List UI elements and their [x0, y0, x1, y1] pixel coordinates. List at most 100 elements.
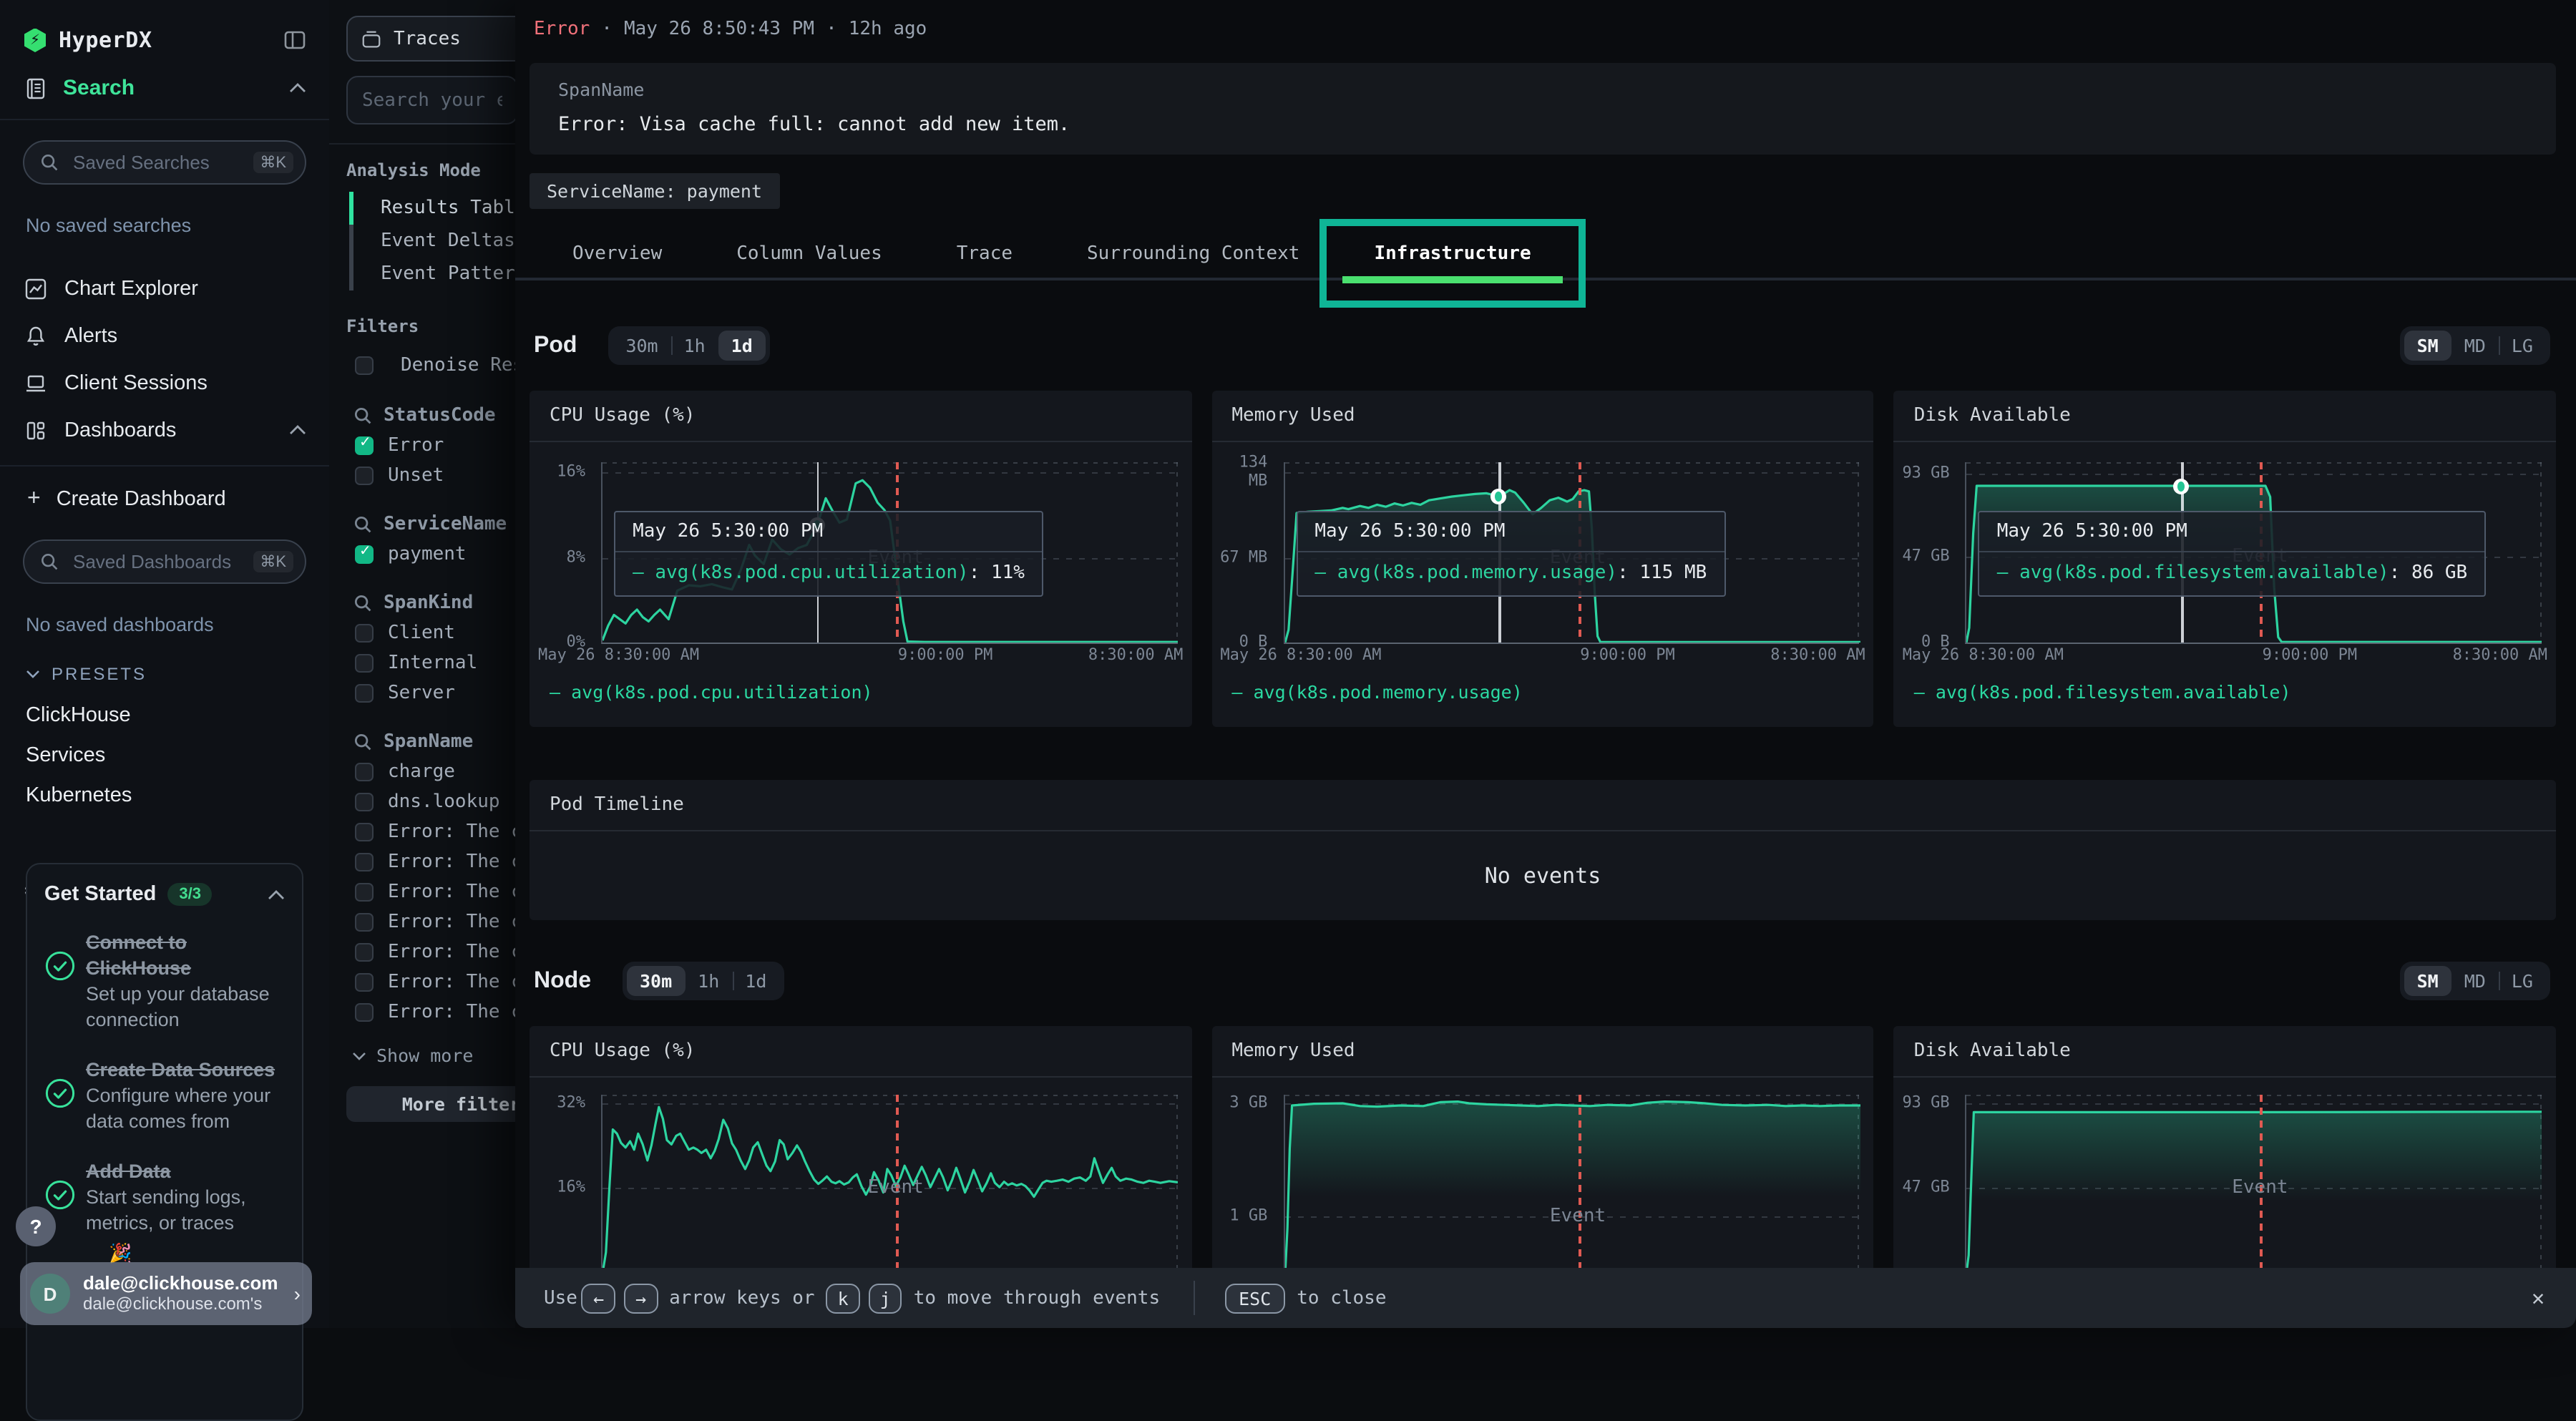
range-1d-button[interactable]: 1d — [732, 966, 779, 996]
get-started-step-connect[interactable]: Connect to ClickHouseSet up your databas… — [44, 930, 285, 1033]
size-sm-button[interactable]: SM — [2404, 331, 2451, 361]
preset-services[interactable]: Services — [0, 736, 329, 776]
checkbox[interactable] — [355, 973, 374, 992]
filter-option[interactable]: payment — [329, 539, 515, 570]
saved-dashboards-field[interactable] — [70, 550, 253, 574]
search-icon — [40, 153, 59, 172]
show-more-button[interactable]: Show more — [329, 1045, 515, 1066]
chevron-up-icon[interactable] — [289, 83, 306, 93]
arrow-right-key: → — [624, 1283, 658, 1313]
filter-option[interactable]: dns.lookup — [329, 787, 515, 817]
size-sm-button[interactable]: SM — [2404, 966, 2451, 996]
filter-option[interactable]: Unset — [329, 461, 515, 491]
sidebar-item-client-sessions[interactable]: Client Sessions — [0, 359, 329, 406]
checkbox[interactable] — [355, 853, 374, 871]
size-md-button[interactable]: MD — [2451, 331, 2499, 361]
filter-option[interactable]: Error: The cr — [329, 847, 515, 877]
checkbox[interactable] — [355, 883, 374, 902]
chart-plot[interactable]: May 26 5:30:00 PM avg(k8s.pod.filesystem… — [1966, 462, 2542, 644]
chart-plot[interactable]: May 26 5:30:00 PM avg(k8s.pod.memory.usa… — [1283, 462, 1859, 644]
chart-plot[interactable]: Event — [601, 1095, 1177, 1275]
get-started-step-add-data[interactable]: Add DataStart sending logs, metrics, or … — [44, 1159, 285, 1236]
tab-infrastructure[interactable]: Infrastructure — [1337, 228, 1568, 279]
tab-column-values[interactable]: Column Values — [699, 228, 919, 279]
chart-legend[interactable]: avg(k8s.pod.filesystem.available) — [1914, 681, 2291, 703]
checkbox[interactable] — [355, 356, 374, 374]
step-subtitle: Set up your database connection — [86, 983, 270, 1030]
checkbox[interactable] — [355, 943, 374, 962]
filter-option[interactable]: Server — [329, 678, 515, 708]
filter-option[interactable]: Error: The cr — [329, 997, 515, 1027]
sidebar-item-dashboards[interactable]: Dashboards — [0, 406, 329, 454]
checkbox-checked[interactable] — [355, 545, 374, 564]
preset-kubernetes[interactable]: Kubernetes — [0, 776, 329, 816]
size-md-button[interactable]: MD — [2451, 966, 2499, 996]
range-30m-button[interactable]: 30m — [627, 966, 685, 996]
chevron-up-icon[interactable] — [268, 889, 285, 899]
checkbox[interactable] — [355, 823, 374, 841]
event-search-input[interactable] — [346, 76, 518, 124]
size-lg-button[interactable]: LG — [2499, 331, 2546, 361]
filter-option[interactable]: Error: The cr — [329, 907, 515, 937]
checkbox[interactable] — [355, 654, 374, 673]
preset-clickhouse[interactable]: ClickHouse — [0, 695, 329, 736]
denoise-toggle[interactable]: Denoise Results — [329, 348, 515, 382]
range-30m-button[interactable]: 30m — [613, 331, 670, 361]
create-dashboard-button[interactable]: + Create Dashboard — [0, 471, 329, 528]
tab-overview[interactable]: Overview — [535, 228, 699, 279]
size-lg-button[interactable]: LG — [2499, 966, 2546, 996]
filter-option[interactable]: Error: The cr — [329, 937, 515, 967]
range-1h-button[interactable]: 1h — [671, 331, 718, 361]
checkbox[interactable] — [355, 467, 374, 485]
analysis-mode-event-deltas[interactable]: Event Deltas — [349, 225, 515, 258]
filter-option[interactable]: Error: The cr — [329, 967, 515, 997]
range-1d-button[interactable]: 1d — [718, 331, 766, 361]
checkbox[interactable] — [355, 684, 374, 703]
checkbox[interactable] — [355, 763, 374, 781]
chevron-up-icon[interactable] — [289, 425, 306, 435]
filter-group-spanname: SpanName — [329, 726, 515, 757]
get-started-step-sources[interactable]: Create Data SourcesConfigure where your … — [44, 1058, 285, 1135]
tab-trace[interactable]: Trace — [919, 228, 1050, 279]
checkbox[interactable] — [355, 1003, 374, 1022]
checkbox-checked[interactable] — [355, 436, 374, 455]
chart-legend[interactable]: avg(k8s.pod.memory.usage) — [1231, 681, 1522, 703]
help-button[interactable]: ? — [16, 1206, 56, 1246]
sidebar-item-search[interactable]: Search — [0, 53, 329, 120]
app-root: ⚡ HyperDX Search ⌘K No saved searches Ch… — [0, 0, 2576, 1328]
filter-option[interactable]: charge — [329, 757, 515, 787]
sidebar-item-chart-explorer[interactable]: Chart Explorer — [0, 265, 329, 312]
chart-plot[interactable]: Event — [1966, 1095, 2542, 1275]
collapse-sidebar-icon[interactable] — [283, 29, 306, 52]
filter-option[interactable]: Error — [329, 431, 515, 461]
chart-plot[interactable]: May 26 5:30:00 PM avg(k8s.pod.cpu.utiliz… — [601, 462, 1177, 644]
filter-option[interactable]: Error: The cr — [329, 817, 515, 847]
preset-list: ClickHouse Services Kubernetes — [0, 695, 329, 816]
source-select[interactable]: Traces — [346, 16, 531, 62]
presets-toggle[interactable]: PRESETS — [0, 635, 329, 684]
footer-text: Use — [544, 1287, 577, 1309]
filter-option[interactable]: Client — [329, 618, 515, 648]
saved-dashboards-input[interactable]: ⌘K — [23, 539, 306, 584]
detail-tabs: Overview Column Values Trace Surrounding… — [515, 229, 2576, 280]
user-menu[interactable]: D dale@clickhouse.com dale@clickhouse.co… — [20, 1262, 312, 1325]
filter-option[interactable]: Error: The cr — [329, 877, 515, 907]
range-1h-button[interactable]: 1h — [685, 966, 732, 996]
analysis-mode-event-patterns[interactable]: Event Patterns — [349, 258, 515, 290]
sidebar-item-alerts[interactable]: Alerts — [0, 312, 329, 359]
checkbox[interactable] — [355, 913, 374, 932]
saved-searches-input[interactable]: ⌘K — [23, 140, 306, 185]
checkbox[interactable] — [355, 624, 374, 643]
chart-plot[interactable]: Event — [1283, 1095, 1859, 1275]
analysis-mode-results-table[interactable]: Results Table — [349, 192, 515, 225]
tab-surrounding-context[interactable]: Surrounding Context — [1050, 228, 1337, 279]
filter-option[interactable]: Internal — [329, 648, 515, 678]
saved-searches-field[interactable] — [70, 150, 253, 175]
service-name-chip[interactable]: ServiceName: payment — [530, 173, 779, 209]
get-started-progress-badge: 3/3 — [167, 883, 213, 906]
chart-legend[interactable]: avg(k8s.pod.cpu.utilization) — [550, 681, 873, 703]
checkbox[interactable] — [355, 793, 374, 811]
pod-cpu-chart-card: CPU Usage (%) 16%8%0% May 26 5:30:00 PM … — [530, 391, 1191, 727]
close-icon[interactable]: ✕ — [2532, 1285, 2545, 1311]
event-search-field[interactable] — [348, 89, 517, 111]
